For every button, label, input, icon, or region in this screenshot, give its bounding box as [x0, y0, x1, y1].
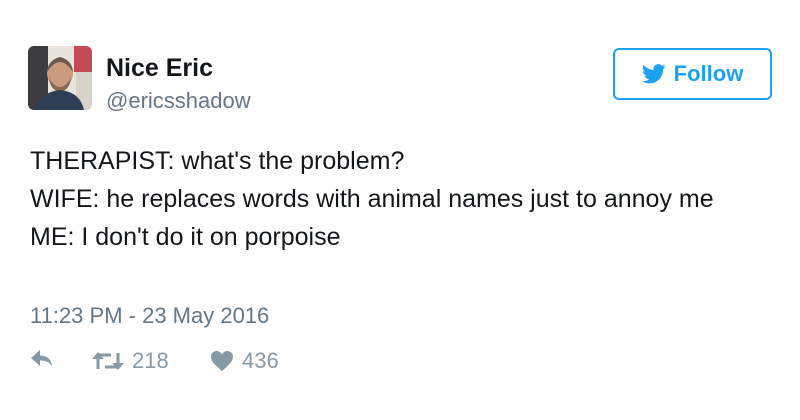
tweet-card: Nice Eric @ericsshadow Follow THERAPIST:…: [0, 0, 800, 420]
tweet-timestamp[interactable]: 11:23 PM - 23 May 2016: [30, 302, 269, 330]
reply-button[interactable]: [30, 348, 54, 368]
heart-icon: [210, 350, 234, 372]
retweet-button[interactable]: 218: [92, 348, 169, 374]
author-name[interactable]: Nice Eric: [106, 53, 213, 83]
follow-label: Follow: [673, 61, 744, 86]
like-count: 436: [242, 348, 279, 373]
tweet-line: ME: I don't do it on porpoise: [30, 223, 341, 251]
avatar-photo: [28, 46, 92, 110]
author-handle[interactable]: @ericsshadow: [106, 88, 251, 114]
tweet-text: THERAPIST: what's the problem? WIFE: he …: [30, 142, 760, 256]
avatar[interactable]: [28, 46, 92, 110]
like-button[interactable]: 436: [210, 348, 279, 374]
follow-button[interactable]: Follow: [613, 48, 772, 100]
retweet-count: 218: [132, 348, 169, 373]
reply-icon: [30, 348, 54, 368]
tweet-line: THERAPIST: what's the problem?: [30, 147, 405, 175]
retweet-icon: [92, 350, 124, 372]
twitter-bird-icon: [641, 64, 666, 84]
tweet-line: WIFE: he replaces words with animal name…: [30, 185, 714, 213]
